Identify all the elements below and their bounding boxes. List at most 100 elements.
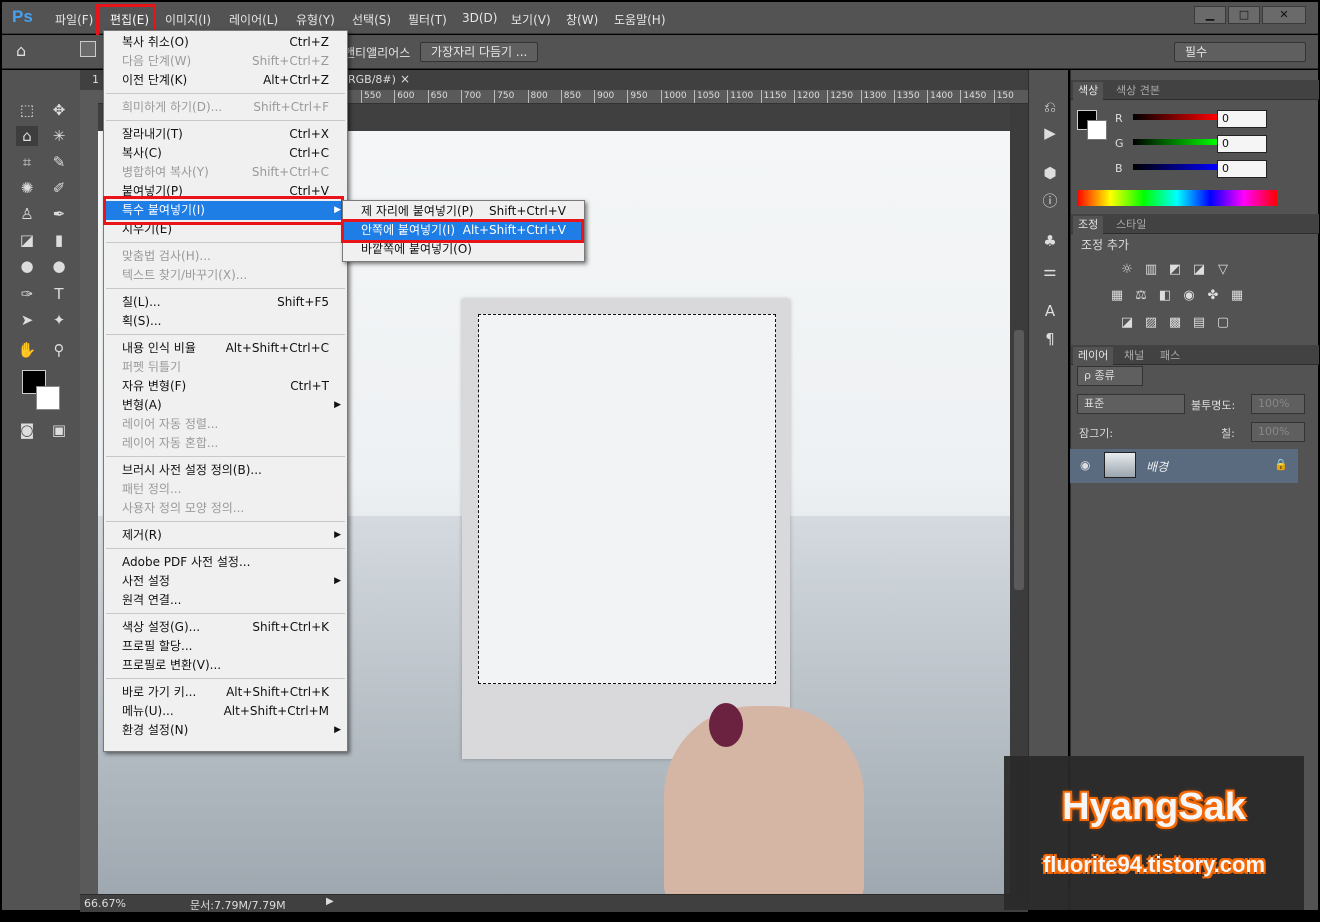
3d-icon[interactable]: ⬢	[1041, 164, 1059, 182]
edit-menu-item[interactable]: 잘라내기(T) Ctrl+X	[104, 125, 347, 144]
edit-menu-item[interactable]: 특수 붙여넣기(I) ▶	[104, 201, 347, 220]
edit-menu-item[interactable]: 원격 연결...	[104, 591, 347, 610]
healing-icon[interactable]: ✺	[16, 178, 38, 198]
edit-menu-item[interactable]: 사용자 정의 모양 정의...	[104, 499, 347, 518]
levels-icon[interactable]: ▥	[1143, 262, 1159, 278]
tab-channels[interactable]: 채널	[1119, 347, 1149, 365]
layer-name[interactable]: 배경	[1146, 458, 1168, 475]
tab-color[interactable]: 색상	[1073, 82, 1104, 100]
edit-menu-item[interactable]: 퍼펫 뒤틀기	[104, 358, 347, 377]
invert-icon[interactable]: ◪	[1119, 315, 1135, 331]
edit-menu-item[interactable]: 바로 가기 키... Alt+Shift+Ctrl+K	[104, 683, 347, 702]
tab-styles[interactable]: 스타일	[1111, 216, 1151, 234]
marquee-icon[interactable]: ⬚	[16, 100, 38, 120]
crop-icon[interactable]: ⌗	[16, 152, 38, 172]
path-select-icon[interactable]: ➤	[16, 310, 38, 330]
menu-file[interactable]: 파일(F)	[55, 11, 93, 28]
menu-image[interactable]: 이미지(I)	[165, 11, 211, 28]
document-tab-close[interactable]: ×	[400, 72, 410, 86]
workspace-select[interactable]: 필수	[1174, 42, 1306, 62]
close-button[interactable]: ✕	[1262, 6, 1306, 24]
color-lookup-icon[interactable]: ▦	[1229, 288, 1245, 304]
gradient-icon[interactable]: ▮	[48, 230, 70, 250]
pen-icon[interactable]: ✑	[16, 284, 38, 304]
paste-special-item[interactable]: 제 자리에 붙여넣기(P) Shift+Ctrl+V	[343, 202, 584, 221]
tab-layers[interactable]: 레이어	[1073, 347, 1114, 365]
color-balance-icon[interactable]: ⚖	[1133, 288, 1149, 304]
gradient-map-icon[interactable]: ▤	[1191, 315, 1207, 331]
curves-icon[interactable]: ◩	[1167, 262, 1183, 278]
eye-icon[interactable]: ◉	[1080, 458, 1090, 472]
color-spectrum-ramp[interactable]	[1077, 190, 1277, 206]
edit-menu-item[interactable]: 프로필로 변환(V)...	[104, 656, 347, 675]
new-selection-icon[interactable]	[80, 41, 96, 57]
paste-special-item[interactable]: 바깥쪽에 붙여넣기(O)	[343, 240, 584, 259]
edit-menu-item[interactable]: 희미하게 하기(D)... Shift+Ctrl+F	[104, 98, 347, 117]
edit-menu-item[interactable]: 칠(L)... Shift+F5	[104, 293, 347, 312]
blur-icon[interactable]: ●	[16, 256, 38, 276]
edit-menu-item[interactable]: 제거(R) ▶	[104, 526, 347, 545]
paste-special-item[interactable]: 안쪽에 붙여넣기(I) Alt+Shift+Ctrl+V	[343, 221, 584, 240]
menu-type[interactable]: 유형(Y)	[296, 11, 335, 28]
slider-b[interactable]: B 0	[1077, 160, 1313, 180]
slider-r-value[interactable]: 0	[1217, 110, 1267, 128]
edit-menu-item[interactable]: 레이어 자동 혼합...	[104, 434, 347, 453]
edit-menu-item[interactable]: 메뉴(U)... Alt+Shift+Ctrl+M	[104, 702, 347, 721]
edit-menu-item[interactable]: 맞춤법 검사(H)...	[104, 247, 347, 266]
hue-saturation-icon[interactable]: ▦	[1109, 288, 1125, 304]
hand-icon[interactable]: ✋	[16, 340, 38, 360]
menu-view[interactable]: 보기(V)	[511, 11, 551, 28]
info-icon[interactable]: ⓘ	[1041, 192, 1059, 210]
background-color-swatch[interactable]	[36, 386, 60, 410]
slider-b-bar[interactable]	[1133, 164, 1217, 170]
edit-menu-item[interactable]: Adobe PDF 사전 설정...	[104, 553, 347, 572]
selective-color-icon[interactable]: ▢	[1215, 315, 1231, 331]
move-icon[interactable]: ✥	[48, 100, 70, 120]
brush-presets-icon[interactable]: ♣	[1041, 232, 1059, 250]
edit-menu-item[interactable]: 변형(A) ▶	[104, 396, 347, 415]
lasso-icon[interactable]: ⌂	[16, 126, 38, 146]
edit-menu-item[interactable]: 자유 변형(F) Ctrl+T	[104, 377, 347, 396]
minimize-button[interactable]: ▁	[1194, 6, 1226, 24]
opacity-field[interactable]: 100%	[1251, 394, 1305, 414]
slider-g-bar[interactable]	[1133, 139, 1217, 145]
slider-b-value[interactable]: 0	[1217, 160, 1267, 178]
edit-menu-item[interactable]: 병합하여 복사(Y) Shift+Ctrl+C	[104, 163, 347, 182]
edit-menu-item[interactable]: 획(S)...	[104, 312, 347, 331]
zoom-level[interactable]: 66.67%	[84, 897, 126, 910]
edit-menu-item[interactable]: 사전 설정 ▶	[104, 572, 347, 591]
slider-g-value[interactable]: 0	[1217, 135, 1267, 153]
edit-menu-item[interactable]: 브러시 사전 설정 정의(B)...	[104, 461, 347, 480]
menu-3d[interactable]: 3D(D)	[462, 11, 497, 25]
fill-field[interactable]: 100%	[1251, 422, 1305, 442]
slider-r[interactable]: R 0	[1077, 110, 1313, 130]
tab-paths[interactable]: 패스	[1155, 347, 1185, 365]
actions-play-icon[interactable]: ▶	[1041, 124, 1059, 142]
exposure-icon[interactable]: ◪	[1191, 262, 1207, 278]
vibrance-icon[interactable]: ▽	[1215, 262, 1231, 278]
edit-menu-item[interactable]: 다음 단계(W) Shift+Ctrl+Z	[104, 52, 347, 71]
blend-mode-select[interactable]: 표준	[1077, 394, 1185, 414]
menu-edit[interactable]: 편집(E)	[110, 11, 149, 28]
zoom-icon[interactable]: ⚲	[48, 340, 70, 360]
posterize-icon[interactable]: ▨	[1143, 315, 1159, 331]
edit-menu-item[interactable]: 레이어 자동 정렬...	[104, 415, 347, 434]
slider-r-bar[interactable]	[1133, 114, 1217, 120]
menu-filter[interactable]: 필터(T)	[408, 11, 447, 28]
edit-menu-item[interactable]: 이전 단계(K) Alt+Ctrl+Z	[104, 71, 347, 90]
edit-menu-item[interactable]: 복사 취소(O) Ctrl+Z	[104, 33, 347, 52]
history-icon[interactable]: ⎌	[1041, 98, 1059, 116]
brush-icon[interactable]: ✐	[48, 178, 70, 198]
paragraph-icon[interactable]: ¶	[1041, 330, 1059, 348]
threshold-icon[interactable]: ▩	[1167, 315, 1183, 331]
menu-select[interactable]: 선택(S)	[352, 11, 391, 28]
brightness-icon[interactable]: ☼	[1119, 262, 1135, 278]
edit-menu-item[interactable]: 프로필 할당...	[104, 637, 347, 656]
layer-filter-select[interactable]: ρ 종류	[1077, 366, 1143, 386]
eyedropper-icon[interactable]: ✎	[48, 152, 70, 172]
quick-mask-icon[interactable]: ◙	[16, 420, 38, 440]
refine-edge-button[interactable]: 가장자리 다듬기 ...	[420, 42, 539, 62]
maximize-button[interactable]: □	[1228, 6, 1260, 24]
menu-layer[interactable]: 레이어(L)	[229, 11, 278, 28]
edit-menu-item[interactable]: 색상 설정(G)... Shift+Ctrl+K	[104, 618, 347, 637]
